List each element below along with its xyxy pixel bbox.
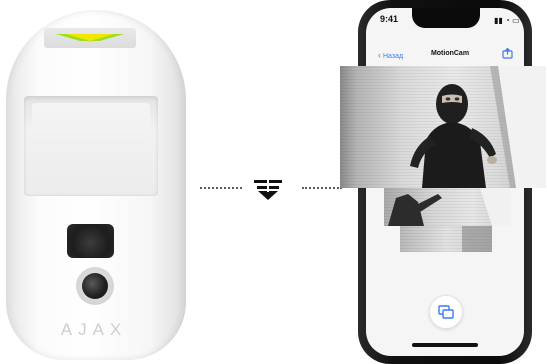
screen-title: MotionCam <box>430 50 470 57</box>
photo-content <box>462 226 492 252</box>
status-icons: ▮▮ ◔ ▭ <box>494 16 520 25</box>
photo-content <box>388 188 510 226</box>
connector-dots-left <box>200 187 242 189</box>
gallery-button[interactable] <box>429 295 463 329</box>
lens-inner <box>32 103 150 189</box>
back-label: Назад <box>383 53 404 60</box>
status-time: 9:41 <box>380 14 399 24</box>
photo-frame-main[interactable] <box>340 66 546 188</box>
photo-frame-2[interactable] <box>384 188 510 226</box>
photo-frame-3[interactable] <box>400 226 492 252</box>
ir-illuminator <box>67 224 114 258</box>
photo-content <box>410 66 546 188</box>
back-button[interactable]: ‹ Назад <box>378 50 403 60</box>
brand-logo: AJAX <box>60 320 128 339</box>
chevron-left-icon: ‹ <box>378 50 381 60</box>
share-icon[interactable] <box>502 48 513 59</box>
led-indicator-icon <box>56 34 124 42</box>
connector-dots-right <box>302 187 342 189</box>
phone-notch <box>412 8 480 28</box>
gallery-icon <box>438 305 454 319</box>
camera-lens <box>82 273 108 299</box>
home-indicator <box>412 343 478 347</box>
transfer-arrow-icon <box>254 180 282 200</box>
